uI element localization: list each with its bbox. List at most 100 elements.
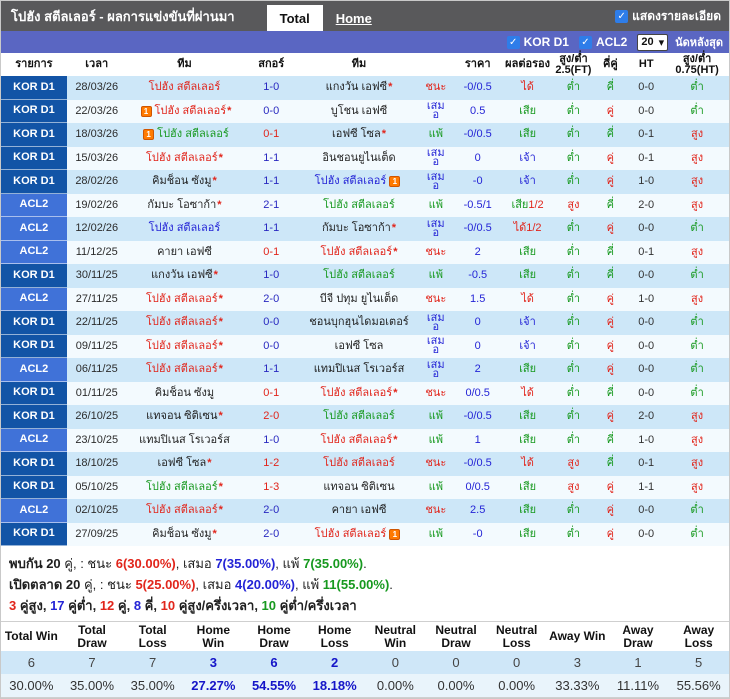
handicap-result-cell: เสีย	[502, 499, 554, 523]
league-checkbox-icon[interactable]: ✓	[506, 35, 520, 49]
handicap-result-cell: เสีย	[502, 100, 554, 124]
price-cell: 2	[474, 245, 481, 258]
result-value: แพ้	[428, 269, 443, 282]
league-cell: ACL2	[1, 217, 67, 241]
home-team-cell: คิมช็อน ซังมู *	[127, 170, 243, 194]
result-cell: เสมอ	[418, 147, 454, 171]
over-under-ht-cell: ต่ำ	[690, 504, 704, 517]
handicap-result-cell: เสีย	[502, 123, 554, 147]
home-team-cell: แกงวัน เอฟซี *	[127, 264, 243, 288]
stats-percent-cell: 0.00%	[425, 674, 487, 697]
stats-count-cell: 7	[61, 651, 123, 674]
over-under-ht-cell: ต่ำ	[690, 316, 704, 329]
handicap-part: เสีย	[519, 527, 537, 540]
summary-segment: .	[363, 556, 367, 571]
stats-header-cell: Neutral Loss	[486, 622, 547, 651]
team-name: โปฮัง สตีลเลอร์	[146, 480, 218, 493]
tab-home[interactable]: Home	[323, 5, 385, 31]
show-details-control[interactable]: ✓ แสดงรายละเอียด	[615, 1, 729, 31]
result-cell: ชนะ	[418, 499, 454, 523]
matches-count-value: 20	[641, 36, 654, 48]
away-team-cell: โปฮัง สตีลเลอร์ *	[300, 382, 418, 406]
date-cell: 28/02/26	[75, 175, 119, 188]
summary-segment: 10	[261, 598, 277, 613]
league-checkbox-icon[interactable]: ✓	[578, 35, 592, 49]
home-team-cell: โปฮัง สตีลเลอร์	[127, 217, 243, 241]
result-value: แพ้	[428, 433, 443, 446]
date-cell: 22/03/26	[75, 104, 119, 117]
team-name: โปฮัง สตีลเลอร์	[148, 81, 221, 94]
col-ht: HT	[638, 58, 654, 70]
score-cell: 2-0	[263, 410, 280, 423]
summary-segment: 17	[50, 598, 65, 613]
summary-segment: พบกัน	[9, 556, 47, 571]
match-row: ACL2 11/12/25 คายา เอฟซี 0-1 โปฮัง สตีลเลอร์…	[1, 240, 729, 265]
result-value: ชนะ	[425, 292, 447, 305]
result-cell: เสมอ	[418, 358, 454, 382]
over-under-ht-cell: สูง	[691, 292, 704, 305]
odd-even-cell: คี่	[606, 198, 614, 211]
home-team-cell: คิมช็อน ซังมู	[127, 382, 243, 406]
home-team-cell: เอฟซี โซล *	[127, 452, 243, 476]
over-under-ht-cell: สูง	[691, 128, 704, 141]
league-filter-kor-d1[interactable]: ✓ KOR D1	[506, 35, 572, 49]
over-under-ht-cell: สูง	[691, 175, 704, 188]
handicap-part: เจ้า	[519, 339, 536, 352]
stats-header-cell: Away Draw	[607, 622, 669, 651]
away-team-cell: โปฮัง สตีลเลอร์ 1	[300, 170, 418, 194]
summary-segment: 5(25.00%)	[135, 577, 196, 592]
over-under-ft-cell: สูง	[567, 198, 580, 211]
away-team-cell: โปฮัง สตีลเลอร์	[300, 405, 418, 429]
team-name: แทมปิเนส โรเวอร์ส	[313, 363, 405, 376]
league-filter-acl2[interactable]: ✓ ACL2	[578, 35, 630, 49]
date-cell: 19/02/26	[75, 198, 119, 211]
ht-score-cell: 0-0	[638, 339, 655, 352]
over-under-ht-cell: ต่ำ	[690, 81, 704, 94]
summary-block: พบกัน 20 คู่, : ชนะ 6(30.00%), เสมอ 7(35…	[1, 546, 729, 621]
stats-count-cell: 7	[122, 651, 183, 674]
col-price: ราคา	[464, 58, 491, 70]
result-cell: เสมอ	[418, 335, 454, 359]
team-name: เอฟซี โซล	[331, 128, 381, 141]
team-name: อินชอนยูไนเต็ด	[322, 151, 396, 164]
stats-percent-cell: 55.56%	[668, 674, 729, 697]
odd-even-cell: คู่	[606, 151, 614, 164]
league-cell: KOR D1	[1, 405, 67, 429]
date-cell: 01/11/25	[75, 386, 118, 399]
away-team-cell: แกงวัน เอฟซี *	[300, 76, 418, 100]
ht-score-cell: 0-0	[638, 363, 655, 376]
tab-total[interactable]: Total	[266, 5, 323, 31]
over-under-ht-cell: สูง	[691, 480, 704, 493]
summary-segment: , เสมอ	[175, 556, 216, 571]
league-cell: ACL2	[1, 287, 67, 311]
match-row: KOR D1 01/11/25 คิมช็อน ซังมู 0-1 โปฮัง สตีล…	[1, 381, 729, 406]
handicap-part: เสีย	[519, 245, 537, 258]
away-team-cell: บีจี ปทุม ยูไนเต็ด	[300, 288, 418, 312]
over-under-ft-cell: ต่ำ	[566, 175, 581, 188]
handicap-part: เสีย	[519, 433, 537, 446]
stats-header-cell: Home Win	[183, 622, 244, 651]
stats-count-cell: 0	[486, 651, 547, 674]
team-name: กัมบะ โอซาก้า	[321, 222, 391, 235]
handicap-result-cell: ได้1/2	[502, 217, 554, 241]
date-cell: 26/10/25	[75, 410, 119, 423]
summary-segment: คู่สูง,	[16, 598, 51, 613]
result-value: ชนะ	[425, 81, 447, 94]
handicap-result-cell: ได้	[502, 382, 554, 406]
result-cell: ชนะ	[418, 241, 454, 265]
favorite-star-icon: *	[218, 363, 223, 376]
score-cell: 1-1	[263, 151, 280, 164]
handicap-result-cell: เจ้า	[502, 147, 554, 171]
result-cell: แพ้	[418, 194, 454, 218]
matches-count-select[interactable]: 20 ▾	[637, 33, 669, 51]
handicap-part: ได้	[521, 457, 534, 470]
show-details-checkbox-icon[interactable]: ✓	[615, 9, 629, 23]
result-cell: แพ้	[418, 123, 454, 147]
summary-segment: 8	[133, 598, 142, 613]
handicap-part: เสีย	[519, 504, 537, 517]
over-under-ft-cell: ต่ำ	[566, 104, 581, 117]
score-cell: 2-0	[263, 292, 280, 305]
over-under-ht-cell: ต่ำ	[690, 386, 704, 399]
price-cell: 1	[474, 433, 481, 446]
away-team-cell: กัมบะ โอซาก้า *	[300, 217, 418, 241]
